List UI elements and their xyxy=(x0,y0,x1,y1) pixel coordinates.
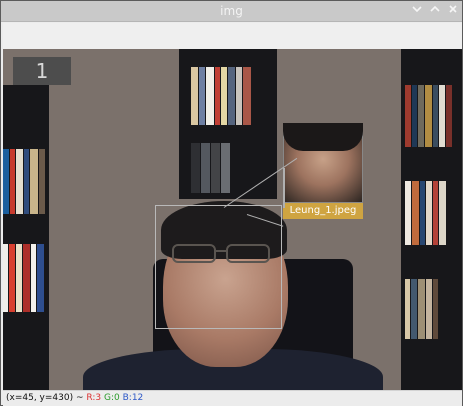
face-detection-box xyxy=(155,205,282,329)
right-books-top xyxy=(405,85,460,147)
titlebar: img xyxy=(1,1,462,22)
right-books-middle xyxy=(405,181,460,245)
maximize-button[interactable] xyxy=(427,3,443,19)
right-books-bottom xyxy=(405,279,460,339)
pixel-green-value: G:0 xyxy=(104,393,120,403)
chevron-up-icon xyxy=(430,5,440,12)
window-title: img xyxy=(220,4,243,18)
cursor-coordinates: (x=45, y=430) ~ xyxy=(6,393,84,403)
chevron-down-icon xyxy=(412,6,422,13)
gallery-face-hair xyxy=(283,123,363,151)
image-window: img 1 Leung_1.jpeg (x=45, y=430) ~ R:3 G… xyxy=(0,0,463,406)
pixel-red-value: R:3 xyxy=(86,393,102,403)
gallery-face-label: Leung_1.jpeg xyxy=(283,203,363,219)
frame-counter: 1 xyxy=(13,57,71,85)
toolbar xyxy=(3,23,462,49)
close-icon xyxy=(449,5,457,13)
pixel-blue-value: B:12 xyxy=(122,393,144,403)
center-books-top xyxy=(191,67,267,125)
minimize-button[interactable] xyxy=(409,3,425,19)
left-books-bottom xyxy=(3,244,45,312)
match-line-3 xyxy=(283,168,285,208)
close-button[interactable] xyxy=(445,3,461,19)
image-canvas[interactable]: 1 Leung_1.jpeg xyxy=(3,49,462,390)
left-bookshelf xyxy=(3,85,49,390)
status-bar: (x=45, y=430) ~ R:3 G:0 B:12 xyxy=(3,390,462,406)
left-books-top xyxy=(3,149,46,214)
